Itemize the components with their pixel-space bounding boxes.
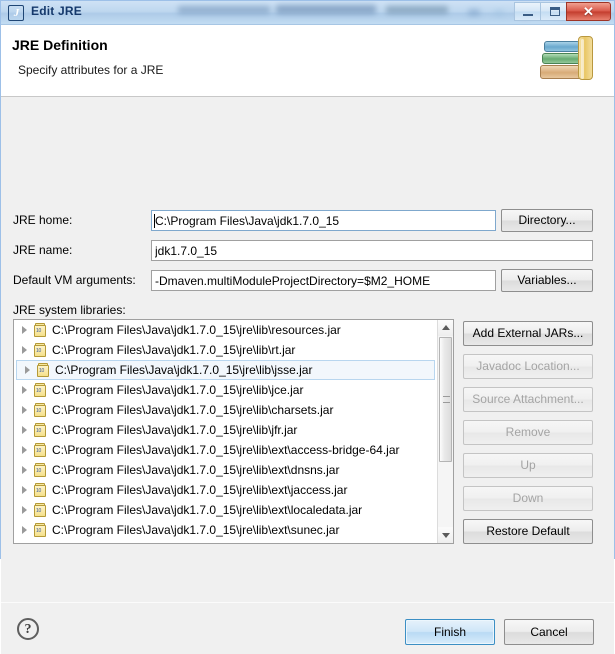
close-button[interactable]: ✕: [566, 2, 611, 21]
list-vertical-scrollbar[interactable]: [437, 320, 453, 543]
dialog-body: JRE home: Directory... JRE name: Default…: [1, 97, 614, 654]
library-path-label: C:\Program Files\Java\jdk1.7.0_15\jre\li…: [52, 383, 304, 397]
footer-separator: [1, 602, 614, 603]
list-item[interactable]: 10 C:\Program Files\Java\jdk1.7.0_15\jre\…: [14, 420, 437, 440]
close-icon: ✕: [583, 4, 594, 19]
source-attachment-button: Source Attachment...: [463, 387, 593, 412]
jre-name-label: JRE name:: [13, 243, 73, 257]
jar-file-icon: 10: [32, 442, 48, 458]
jar-file-icon: 10: [35, 362, 51, 378]
books-icon: [538, 33, 600, 89]
jar-file-icon: 10: [32, 342, 48, 358]
expand-arrow-icon[interactable]: [18, 520, 32, 540]
list-item[interactable]: 10 C:\Program Files\Java\jdk1.7.0_15\jre\…: [14, 400, 437, 420]
library-path-label: C:\Program Files\Java\jdk1.7.0_15\jre\li…: [52, 343, 296, 357]
vm-arguments-input[interactable]: [151, 270, 496, 291]
library-path-label: C:\Program Files\Java\jdk1.7.0_15\jre\li…: [52, 463, 340, 477]
finish-button[interactable]: Finish: [405, 619, 495, 645]
list-item[interactable]: 10 C:\Program Files\Java\jdk1.7.0_15\jre\…: [16, 360, 435, 380]
jre-name-input[interactable]: [151, 240, 593, 261]
javadoc-location-button: Javadoc Location...: [463, 354, 593, 379]
jar-file-icon: 10: [32, 522, 48, 538]
list-item[interactable]: 10 C:\Program Files\Java\jdk1.7.0_15\jre\…: [14, 500, 437, 520]
restore-default-button[interactable]: Restore Default: [463, 519, 593, 544]
maximize-icon: [550, 7, 560, 16]
library-path-label: C:\Program Files\Java\jdk1.7.0_15\jre\li…: [52, 423, 298, 437]
list-item[interactable]: 10 C:\Program Files\Java\jdk1.7.0_15\jre\…: [14, 380, 437, 400]
expand-arrow-icon[interactable]: [18, 380, 32, 400]
expand-arrow-icon[interactable]: [18, 500, 32, 520]
edit-jre-dialog: J Edit JRE ✕ JRE Definition Specify attr…: [0, 0, 615, 654]
jre-home-input[interactable]: [151, 210, 496, 231]
directory-button[interactable]: Directory...: [501, 209, 593, 232]
expand-arrow-icon[interactable]: [18, 480, 32, 500]
expand-arrow-icon[interactable]: [18, 320, 32, 340]
jre-name-row: JRE name:: [1, 240, 614, 262]
scroll-up-arrow-icon[interactable]: [438, 320, 453, 336]
window-controls: ✕: [514, 2, 611, 22]
help-icon[interactable]: ?: [17, 618, 39, 640]
jre-system-libraries-list[interactable]: 10 C:\Program Files\Java\jdk1.7.0_15\jre\…: [13, 319, 454, 544]
minimize-button[interactable]: [514, 2, 541, 21]
list-item[interactable]: 10 C:\Program Files\Java\jdk1.7.0_15\jre\…: [14, 340, 437, 360]
cancel-button[interactable]: Cancel: [504, 619, 594, 645]
list-item[interactable]: 10 C:\Program Files\Java\jdk1.7.0_15\jre\…: [14, 440, 437, 460]
list-item[interactable]: 10 C:\Program Files\Java\jdk1.7.0_15\jre\…: [14, 520, 437, 540]
expand-arrow-icon[interactable]: [18, 420, 32, 440]
remove-button: Remove: [463, 420, 593, 445]
jar-file-icon: 10: [32, 462, 48, 478]
blurred-background-content: [176, 1, 591, 24]
maximize-button[interactable]: [540, 2, 567, 21]
add-external-jars-button[interactable]: Add External JARs...: [463, 321, 593, 346]
expand-arrow-icon[interactable]: [18, 440, 32, 460]
page-title: JRE Definition: [12, 37, 108, 53]
minimize-icon: [523, 14, 533, 16]
jar-file-icon: 10: [32, 382, 48, 398]
expand-arrow-icon[interactable]: [18, 460, 32, 480]
library-path-label: C:\Program Files\Java\jdk1.7.0_15\jre\li…: [52, 483, 348, 497]
expand-arrow-icon[interactable]: [21, 360, 35, 380]
jar-file-icon: 10: [32, 502, 48, 518]
scrollbar-thumb[interactable]: [439, 337, 452, 462]
scroll-down-arrow-icon[interactable]: [438, 527, 453, 543]
expand-arrow-icon[interactable]: [18, 400, 32, 420]
library-path-label: C:\Program Files\Java\jdk1.7.0_15\jre\li…: [52, 503, 363, 517]
library-path-label: C:\Program Files\Java\jdk1.7.0_15\jre\li…: [52, 523, 340, 537]
jar-file-icon: 10: [32, 422, 48, 438]
jre-system-libraries-label: JRE system libraries:: [13, 303, 126, 317]
text-caret: [154, 214, 155, 228]
jar-file-icon: 10: [32, 482, 48, 498]
down-button: Down: [463, 486, 593, 511]
vm-arguments-label: Default VM arguments:: [13, 273, 136, 287]
dialog-banner: JRE Definition Specify attributes for a …: [1, 25, 614, 97]
title-bar: J Edit JRE ✕: [1, 1, 614, 25]
vm-arguments-row: Default VM arguments: Variables...: [1, 269, 614, 292]
jar-file-icon: 10: [32, 322, 48, 338]
list-item[interactable]: 10 C:\Program Files\Java\jdk1.7.0_15\jre\…: [14, 460, 437, 480]
library-path-label: C:\Program Files\Java\jdk1.7.0_15\jre\li…: [55, 363, 313, 377]
list-item[interactable]: 10 C:\Program Files\Java\jdk1.7.0_15\jre\…: [14, 320, 437, 340]
jar-file-icon: 10: [32, 402, 48, 418]
library-path-label: C:\Program Files\Java\jdk1.7.0_15\jre\li…: [52, 443, 400, 457]
library-path-label: C:\Program Files\Java\jdk1.7.0_15\jre\li…: [52, 403, 334, 417]
library-path-label: C:\Program Files\Java\jdk1.7.0_15\jre\li…: [52, 323, 341, 337]
list-item[interactable]: 10 C:\Program Files\Java\jdk1.7.0_15\jre\…: [14, 480, 437, 500]
eclipse-icon: J: [8, 5, 24, 21]
up-button: Up: [463, 453, 593, 478]
jre-home-row: JRE home: Directory...: [1, 209, 614, 232]
variables-button[interactable]: Variables...: [501, 269, 593, 292]
expand-arrow-icon[interactable]: [18, 340, 32, 360]
library-list-items: 10 C:\Program Files\Java\jdk1.7.0_15\jre\…: [14, 320, 437, 543]
jre-home-label: JRE home:: [13, 213, 73, 227]
page-subtitle: Specify attributes for a JRE: [18, 63, 164, 77]
window-title: Edit JRE: [31, 4, 82, 18]
